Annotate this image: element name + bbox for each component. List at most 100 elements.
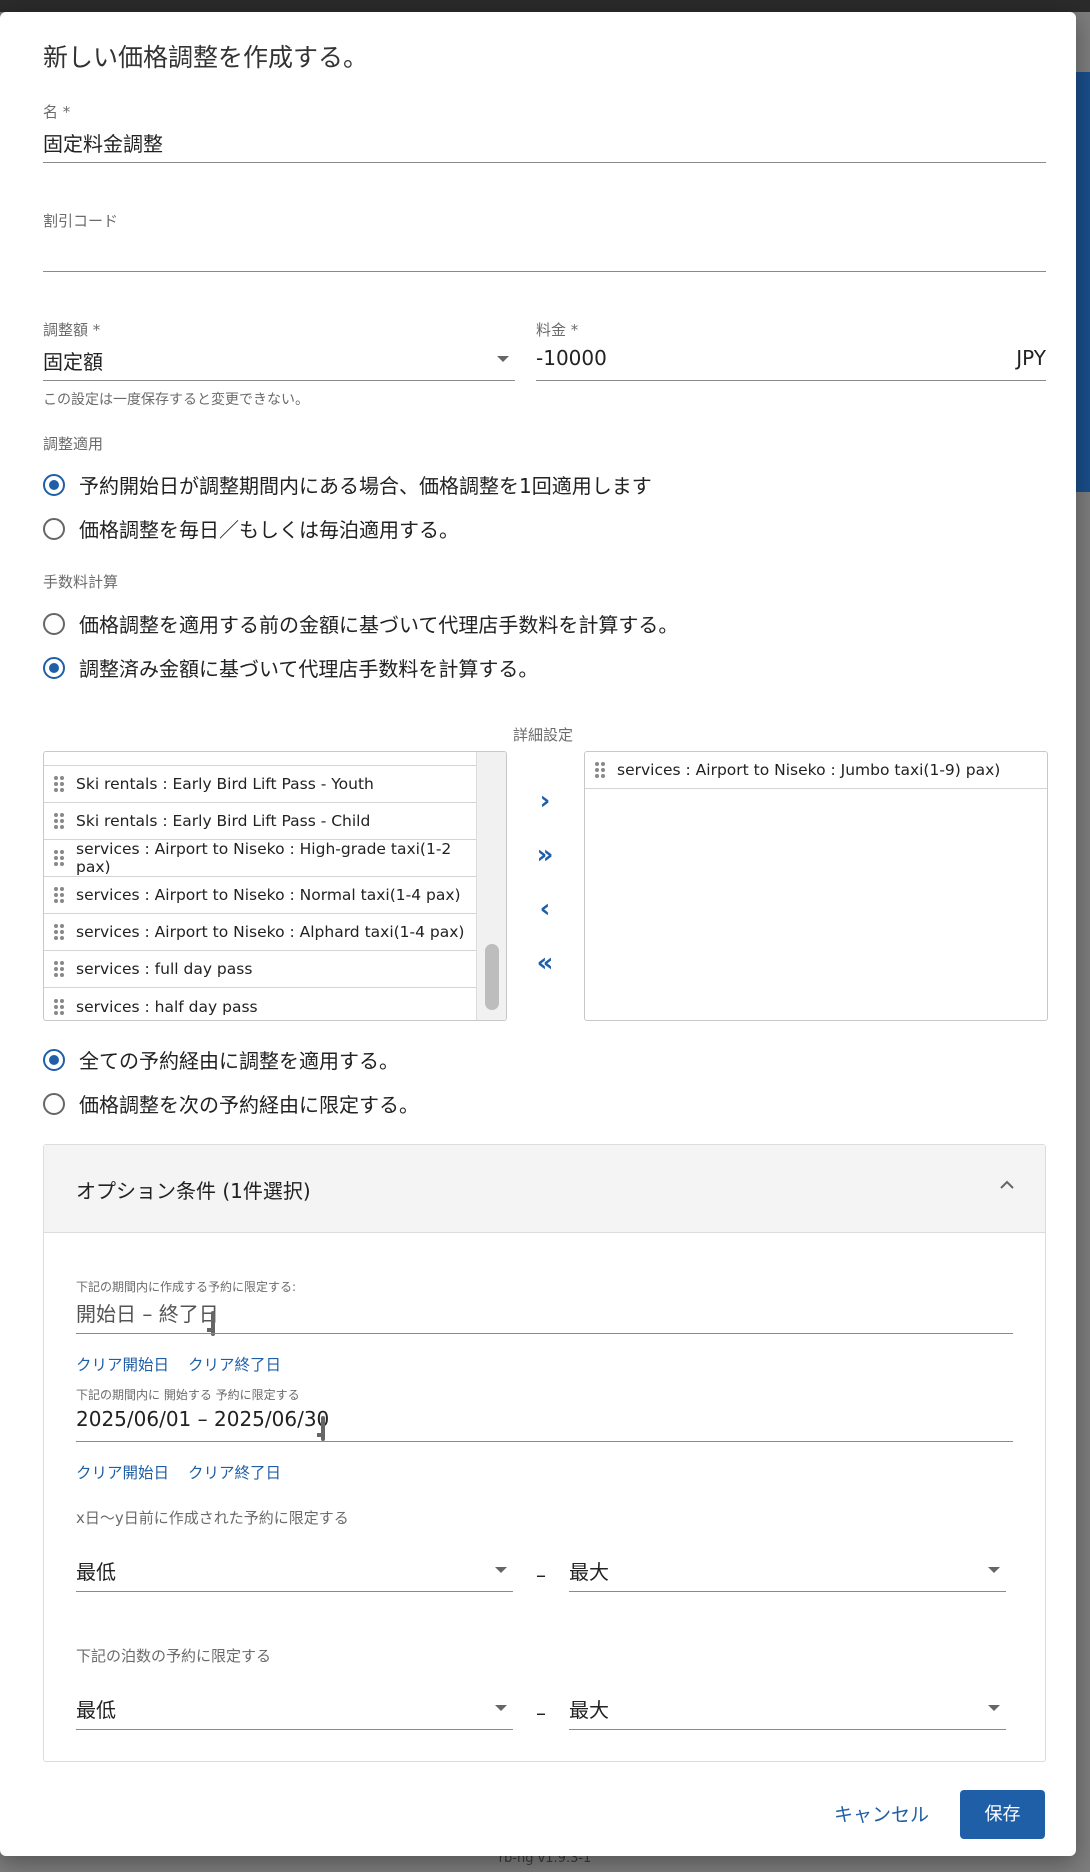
optional-conditions-header[interactable]: オプション条件 (1件選択) (44, 1145, 1045, 1233)
adjustment-type-select[interactable]: 固定額 (43, 346, 515, 380)
days-before-min-select[interactable]: 最低 (76, 1556, 513, 1588)
selected-items-list[interactable]: services : Airport to Niseko : Jumbo tax… (584, 751, 1048, 1021)
nights-max-select[interactable]: 最大 (569, 1694, 1006, 1726)
nights-min-underline (76, 1729, 513, 1730)
list-item-label: Ski rentals : Early Bird Lift Pass - Chi… (76, 812, 371, 830)
save-button[interactable]: 保存 (960, 1790, 1045, 1839)
adjustment-type-hint: この設定は一度保存すると変更できない。 (43, 392, 309, 408)
apply-section-label: 調整適用 (43, 435, 104, 453)
list-item[interactable]: services : Airport to Niseko : Alphard t… (44, 914, 476, 951)
radio-selected-icon (43, 473, 65, 496)
drag-handle-icon[interactable] (595, 762, 605, 778)
days-before-min-underline (76, 1591, 513, 1592)
created-range-value: 開始日 – 終了日 (76, 1302, 219, 1326)
app-top-bar (0, 0, 1090, 12)
days-before-max-value: 最大 (569, 1560, 609, 1584)
discount-code-label: 割引コード (43, 212, 119, 230)
commission-after-option[interactable]: 調整済み金額に基づいて代理店手数料を計算する。 (43, 653, 538, 682)
chevron-down-icon (495, 1567, 507, 1573)
days-before-max-select[interactable]: 最大 (569, 1556, 1006, 1588)
nights-label: 下記の泊数の予約に限定する (76, 1647, 272, 1665)
move-left-icon[interactable]: ‹ (525, 894, 565, 924)
price-adjustment-dialog: 新しい価格調整を作成する。 名 * 固定料金調整 割引コード 調整額 * 固定額… (0, 12, 1076, 1856)
clear-start-link[interactable]: クリア開始日 (76, 1461, 169, 1483)
chevron-down-icon (497, 356, 509, 362)
clear-start-link[interactable]: クリア開始日 (76, 1353, 169, 1375)
dialog-title: 新しい価格調整を作成する。 (43, 43, 369, 72)
nights-max-value: 最大 (569, 1698, 609, 1722)
radio-selected-icon (43, 1048, 65, 1071)
list-item[interactable]: services : half day pass (44, 988, 476, 1020)
amount-input[interactable]: -10000 JPY (536, 346, 1046, 380)
currency-suffix: JPY (1016, 346, 1046, 370)
list-item[interactable]: services : Airport to Niseko : Normal ta… (44, 877, 476, 914)
list-item[interactable] (44, 752, 476, 766)
created-range-label: 下記の期間内に作成する予約に限定する: (76, 1280, 297, 1294)
move-all-left-icon[interactable]: « (525, 948, 565, 978)
list-item-label: services : Airport to Niseko : Jumbo tax… (617, 761, 1001, 779)
nights-min-select[interactable]: 最低 (76, 1694, 513, 1726)
available-items-list[interactable]: Ski rentals : Early Bird Lift Pass - You… (43, 751, 507, 1021)
commission-before-label: 価格調整を適用する前の金額に基づいて代理店手数料を計算する。 (79, 613, 679, 637)
drag-handle-icon[interactable] (54, 850, 64, 866)
created-range-input[interactable]: 開始日 – 終了日 (76, 1298, 1013, 1336)
move-all-right-icon[interactable]: » (525, 840, 565, 870)
list-item[interactable]: services : full day pass (44, 951, 476, 988)
nights-min-value: 最低 (76, 1698, 116, 1722)
drag-handle-icon[interactable] (54, 961, 64, 977)
clear-end-link[interactable]: クリア終了日 (188, 1461, 281, 1483)
list-scrollbar[interactable] (476, 752, 506, 1020)
list-item-label: services : half day pass (76, 997, 258, 1016)
list-item[interactable]: Ski rentals : Early Bird Lift Pass - Chi… (44, 803, 476, 840)
chevron-down-icon (495, 1705, 507, 1711)
discount-code-underline (43, 271, 1046, 272)
cancel-button[interactable]: キャンセル (834, 1800, 929, 1827)
limit-channels-option[interactable]: 価格調整を次の予約経由に限定する。 (43, 1089, 419, 1118)
drag-handle-icon[interactable] (54, 776, 64, 792)
commission-section-label: 手数料計算 (43, 573, 119, 591)
list-item-label: Ski rentals : Early Bird Lift Pass - You… (76, 775, 374, 793)
radio-unselected-icon (43, 1092, 65, 1115)
commission-before-option[interactable]: 価格調整を適用する前の金額に基づいて代理店手数料を計算する。 (43, 609, 678, 638)
adjustment-type-value: 固定額 (43, 350, 103, 374)
list-item-label: services : Airport to Niseko : Normal ta… (76, 886, 461, 904)
chevron-up-icon[interactable] (999, 1179, 1015, 1191)
drag-handle-icon[interactable] (54, 924, 64, 940)
name-input[interactable]: 固定料金調整 (43, 128, 1046, 157)
drag-handle-icon[interactable] (54, 998, 64, 1015)
list-item[interactable]: services : Airport to Niseko : Jumbo tax… (585, 752, 1047, 789)
apply-once-option[interactable]: 予約開始日が調整期間内にある場合、価格調整を1回適用します (43, 470, 652, 499)
apply-daily-label: 価格調整を毎日／もしくは毎泊適用する。 (79, 518, 459, 542)
created-range-underline (76, 1333, 1013, 1334)
nights-max-underline (569, 1729, 1006, 1730)
drag-handle-icon[interactable] (54, 887, 64, 903)
list-item-label: services : Airport to Niseko : Alphard t… (76, 923, 465, 941)
move-right-icon[interactable]: › (525, 786, 565, 816)
amount-value: -10000 (536, 346, 607, 370)
list-item[interactable]: Ski rentals : Early Bird Lift Pass - You… (44, 766, 476, 803)
radio-unselected-icon (43, 612, 65, 635)
list-item[interactable]: services : Airport to Niseko : High-grad… (44, 840, 476, 877)
adjustment-type-underline (43, 380, 515, 381)
list-item-label: services : Airport to Niseko : High-grad… (76, 840, 452, 876)
scrollbar-thumb[interactable] (485, 944, 499, 1010)
all-channels-option[interactable]: 全ての予約経由に調整を適用する。 (43, 1045, 399, 1074)
days-before-max-underline (569, 1591, 1006, 1592)
details-label: 詳細設定 (513, 726, 574, 744)
apply-daily-option[interactable]: 価格調整を毎日／もしくは毎泊適用する。 (43, 514, 459, 543)
discount-code-input[interactable] (43, 237, 1046, 267)
drag-handle-icon[interactable] (54, 813, 64, 829)
adjustment-type-label: 調整額 * (43, 321, 101, 339)
amount-label: 料金 * (536, 321, 579, 339)
radio-unselected-icon (43, 517, 65, 540)
start-range-input[interactable]: 2025/06/01 – 2025/06/30 (76, 1407, 1013, 1441)
name-underline (43, 162, 1046, 163)
calendar-icon[interactable] (321, 1416, 326, 1441)
clear-end-link[interactable]: クリア終了日 (188, 1353, 281, 1375)
start-range-label: 下記の期間内に 開始する 予約に限定する (76, 1388, 300, 1402)
start-range-underline (76, 1441, 1013, 1442)
amount-underline (536, 380, 1046, 381)
all-channels-label: 全ての予約経由に調整を適用する。 (79, 1049, 399, 1073)
start-range-value: 2025/06/01 – 2025/06/30 (76, 1407, 330, 1431)
range-separator: – (536, 1701, 546, 1725)
